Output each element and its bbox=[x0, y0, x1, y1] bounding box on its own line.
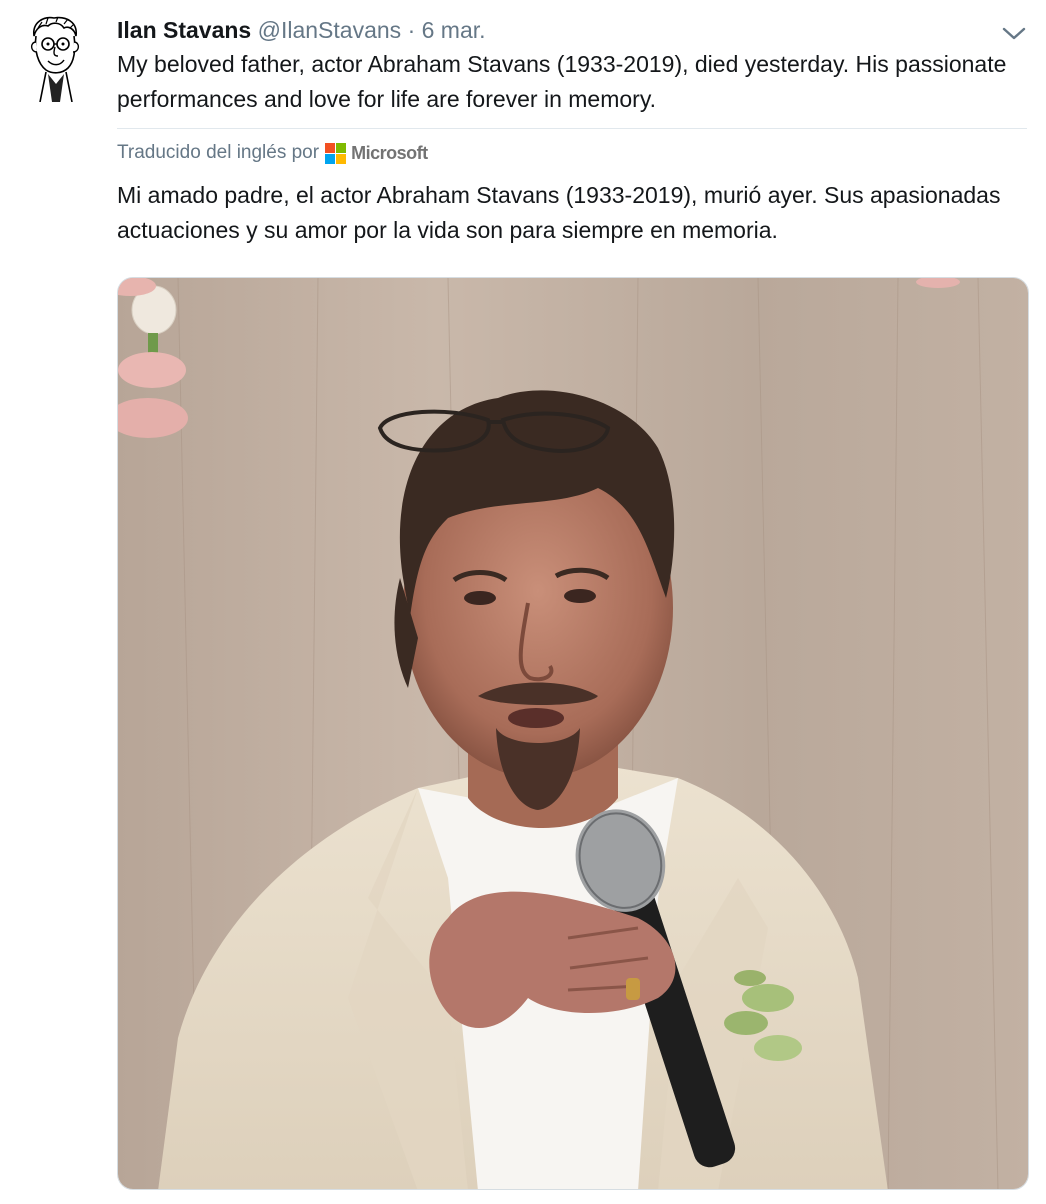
microsoft-logo-icon bbox=[325, 142, 347, 164]
translation-attribution: Traducido del inglés por Microsoft bbox=[117, 140, 428, 166]
portrait-photo bbox=[118, 278, 1028, 1189]
tweet-text-original: My beloved father, actor Abraham Stavans… bbox=[117, 51, 1007, 112]
tweet-date[interactable]: 6 mar. bbox=[422, 17, 486, 43]
divider bbox=[117, 128, 1027, 129]
caricature-avatar-icon bbox=[30, 16, 80, 103]
chevron-down-icon bbox=[1002, 27, 1026, 40]
translation-provider[interactable]: Microsoft bbox=[351, 140, 428, 166]
tweet-menu-button[interactable] bbox=[996, 18, 1032, 48]
tweet: Ilan Stavans @IlanStavans · 6 mar. My be… bbox=[0, 0, 1046, 1204]
tweet-text-translated: Mi amado padre, el actor Abraham Stavans… bbox=[117, 182, 1001, 243]
translation-label: Traducido del inglés por bbox=[117, 142, 320, 163]
header-separator: · bbox=[407, 17, 416, 43]
tweet-photo[interactable] bbox=[117, 277, 1029, 1190]
author-avatar[interactable] bbox=[24, 14, 86, 103]
tweet-header: Ilan Stavans @IlanStavans · 6 mar. bbox=[117, 14, 486, 46]
author-name[interactable]: Ilan Stavans bbox=[117, 17, 251, 43]
author-handle[interactable]: @IlanStavans bbox=[258, 17, 402, 43]
